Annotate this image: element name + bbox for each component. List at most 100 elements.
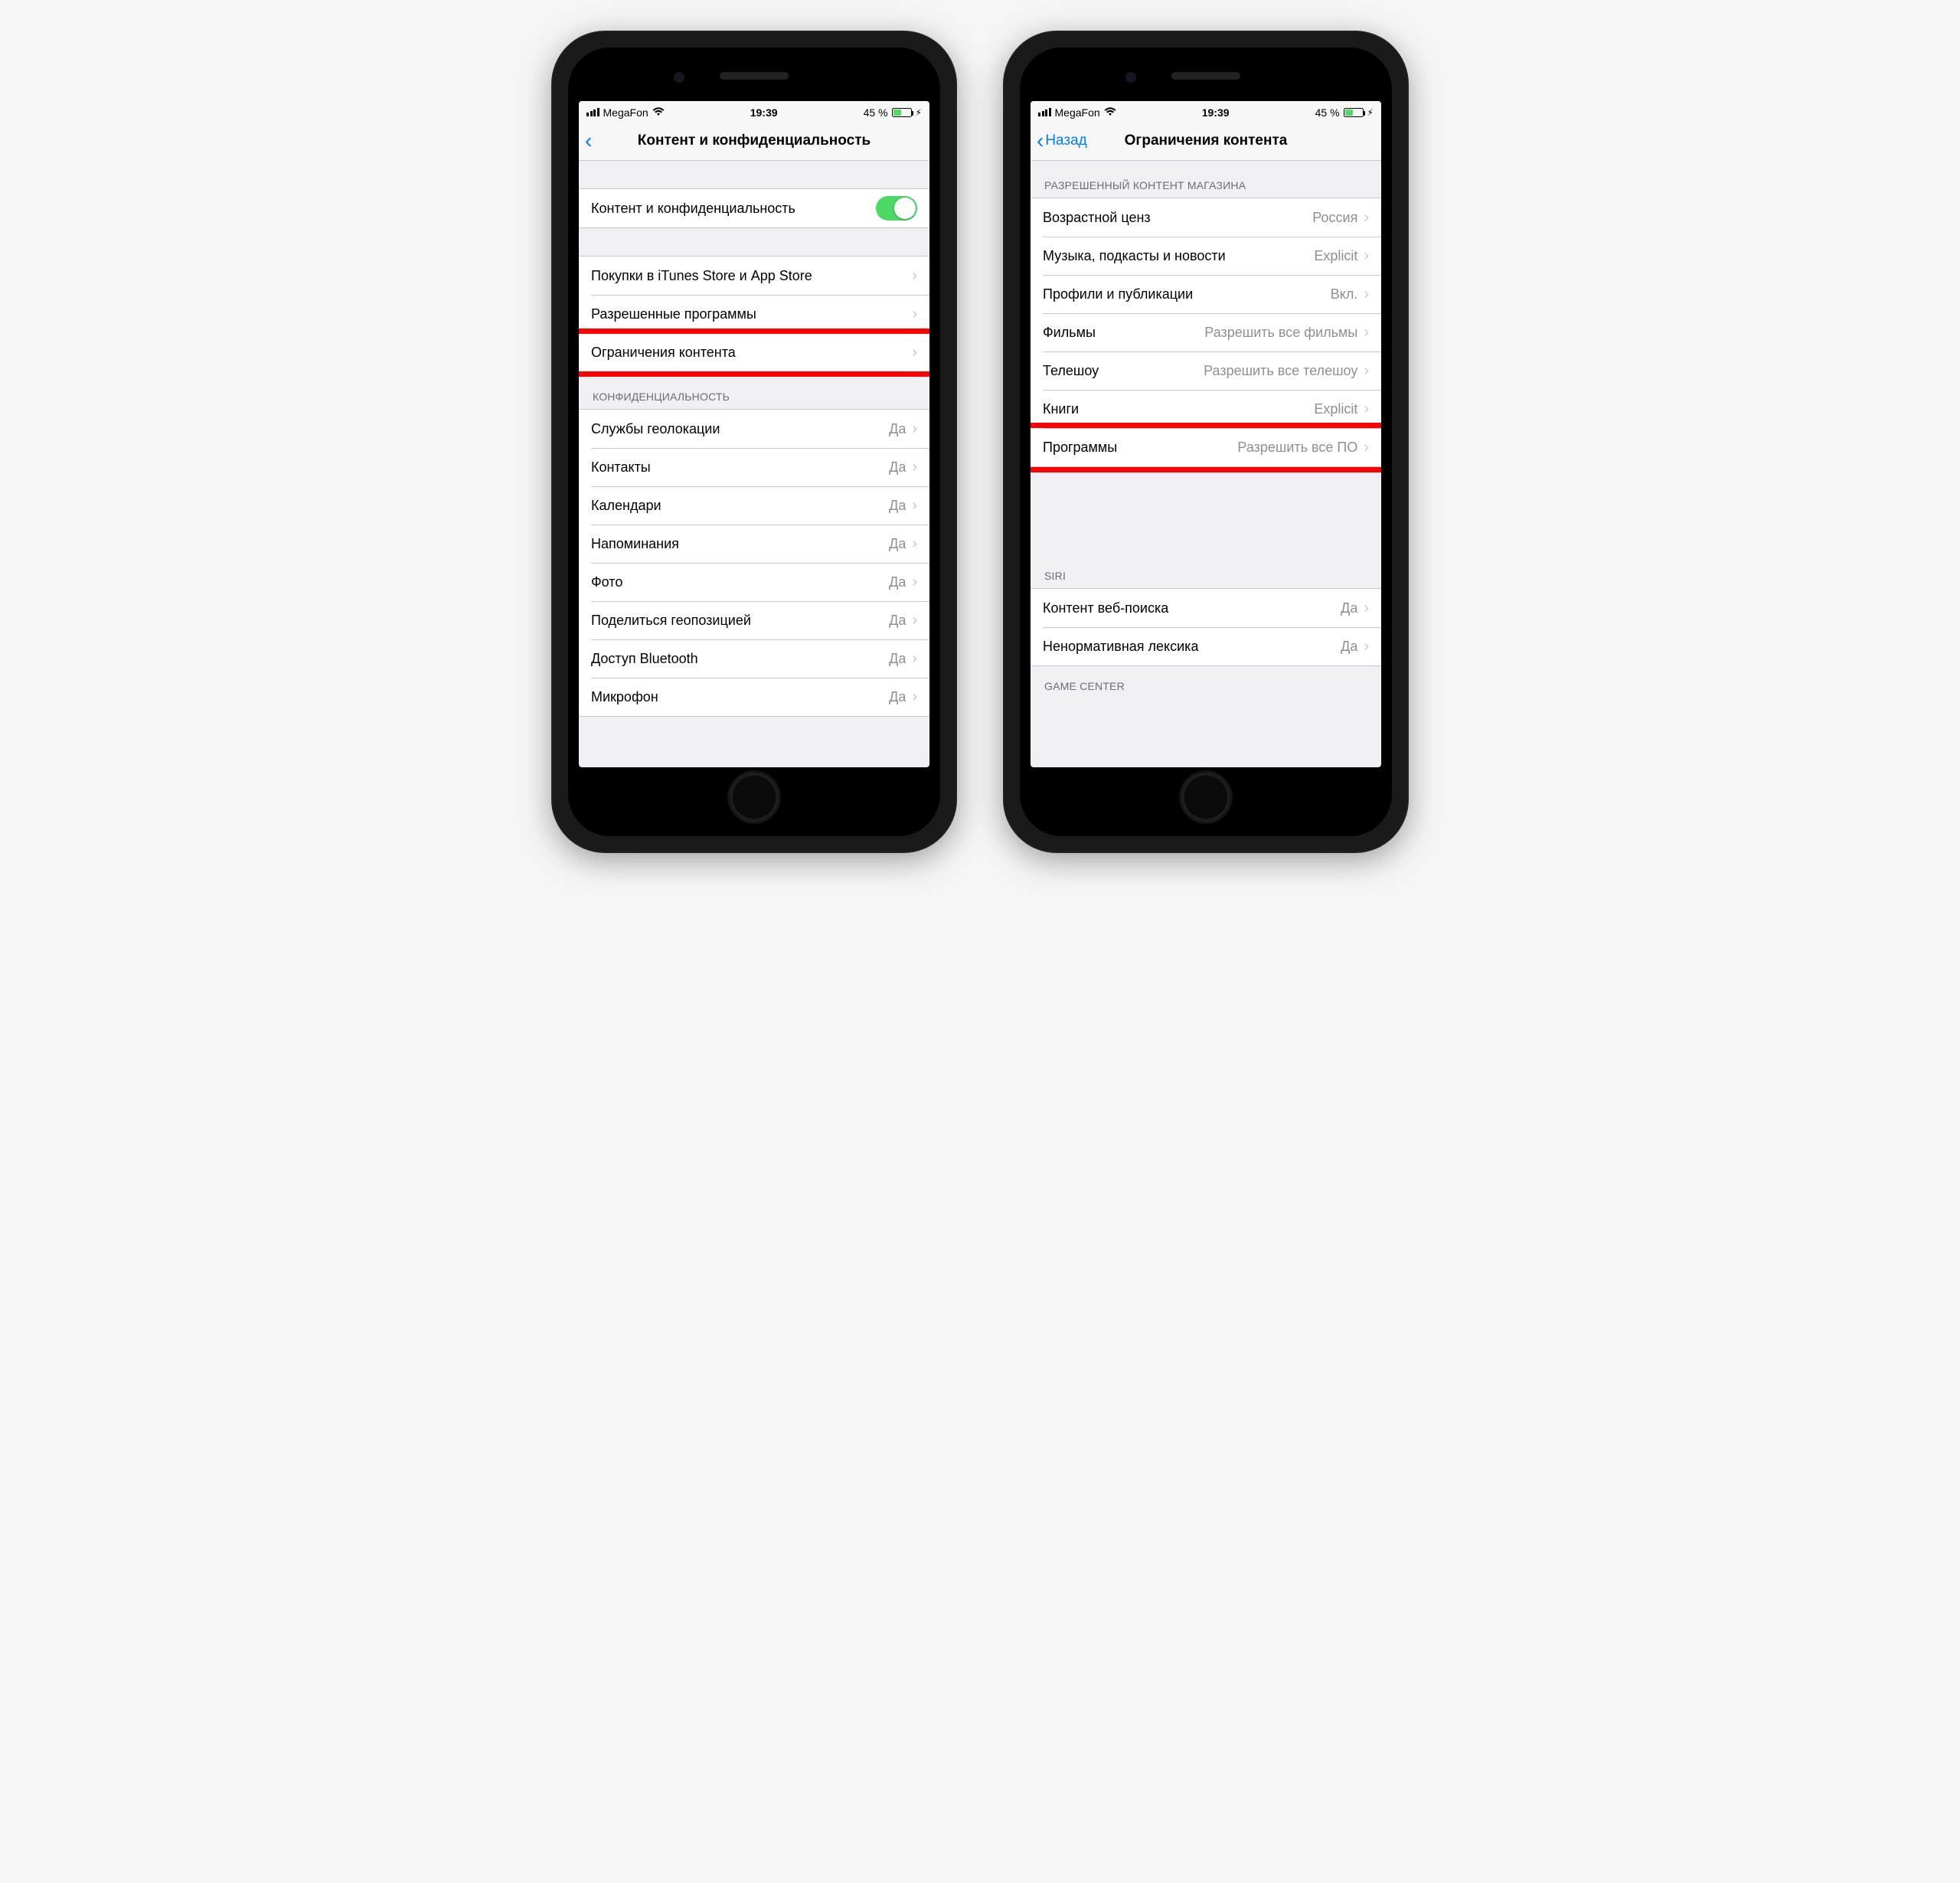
chevron-right-icon: › bbox=[912, 688, 917, 706]
chevron-right-icon: › bbox=[1364, 638, 1369, 655]
microphone-row[interactable]: Микрофон Да › bbox=[579, 678, 929, 716]
cell-label: Программы bbox=[1043, 440, 1237, 456]
chevron-right-icon: › bbox=[912, 574, 917, 591]
cell-label: Разрешенные программы bbox=[591, 306, 912, 322]
itunes-appstore-row[interactable]: Покупки в iTunes Store и App Store › bbox=[579, 257, 929, 295]
chevron-right-icon: › bbox=[912, 612, 917, 629]
charging-icon: ⚡︎ bbox=[916, 107, 922, 118]
cell-label: Контент и конфиденциальность bbox=[591, 201, 876, 217]
chevron-right-icon: › bbox=[1364, 600, 1369, 617]
chevron-right-icon: › bbox=[912, 650, 917, 668]
books-row[interactable]: Книги Explicit › bbox=[1031, 390, 1381, 428]
cell-value: Да bbox=[889, 689, 906, 705]
chevron-left-icon: ‹ bbox=[585, 136, 592, 146]
status-time: 19:39 bbox=[1202, 106, 1230, 119]
cell-value: Да bbox=[889, 536, 906, 552]
content-area[interactable]: РАЗРЕШЕННЫЙ КОНТЕНТ МАГАЗИНА Возрастной … bbox=[1031, 161, 1381, 767]
allowed-apps-row[interactable]: Разрешенные программы › bbox=[579, 295, 929, 333]
back-button[interactable]: ‹ bbox=[585, 121, 592, 160]
camera-dot bbox=[674, 72, 684, 83]
phone-sensors bbox=[1171, 72, 1240, 80]
share-location-row[interactable]: Поделиться геопозицией Да › bbox=[579, 601, 929, 639]
phone-body: MegaFon 19:39 45 % ⚡︎ ‹ Контент и конфид… bbox=[568, 47, 940, 836]
battery-pct: 45 % bbox=[1315, 106, 1340, 119]
store-header: РАЗРЕШЕННЫЙ КОНТЕНТ МАГАЗИНА bbox=[1031, 161, 1381, 198]
music-podcasts-row[interactable]: Музыка, подкасты и новости Explicit › bbox=[1031, 237, 1381, 275]
content-privacy-toggle-row[interactable]: Контент и конфиденциальность bbox=[579, 189, 929, 227]
cell-label: Ограничения контента bbox=[591, 345, 912, 361]
cell-value: Да bbox=[1341, 600, 1357, 616]
nav-bar: ‹ Контент и конфиденциальность bbox=[579, 121, 929, 161]
battery-pct: 45 % bbox=[864, 106, 888, 119]
signal-icon bbox=[1038, 108, 1051, 116]
battery-icon bbox=[892, 108, 912, 117]
cell-label: Покупки в iTunes Store и App Store bbox=[591, 268, 912, 284]
cell-label: Контент веб-поиска bbox=[1043, 600, 1341, 616]
phone-left: MegaFon 19:39 45 % ⚡︎ ‹ Контент и конфид… bbox=[551, 31, 957, 853]
phone-body: MegaFon 19:39 45 % ⚡︎ ‹ Назад Ограниче bbox=[1020, 47, 1392, 836]
tvshows-row[interactable]: Телешоу Разрешить все телешоу › bbox=[1031, 351, 1381, 390]
cell-label: Календари bbox=[591, 498, 889, 514]
signal-icon bbox=[586, 108, 599, 116]
cell-value: Да bbox=[889, 421, 906, 437]
back-button[interactable]: ‹ Назад bbox=[1037, 121, 1087, 160]
apps-row[interactable]: Программы Разрешить все ПО › bbox=[1031, 428, 1381, 466]
cell-value: Да bbox=[889, 613, 906, 629]
carrier-label: MegaFon bbox=[1055, 106, 1100, 119]
cell-value: Да bbox=[1341, 639, 1357, 655]
age-rating-row[interactable]: Возрастной ценз Россия › bbox=[1031, 198, 1381, 237]
calendars-row[interactable]: Календари Да › bbox=[579, 486, 929, 525]
location-services-row[interactable]: Службы геолокации Да › bbox=[579, 410, 929, 448]
carrier-label: MegaFon bbox=[603, 106, 648, 119]
profiles-row[interactable]: Профили и публикации Вкл. › bbox=[1031, 275, 1381, 313]
cell-value: Разрешить все ПО bbox=[1237, 440, 1357, 456]
speaker-grille bbox=[720, 72, 789, 80]
status-bar: MegaFon 19:39 45 % ⚡︎ bbox=[579, 101, 929, 121]
cell-label: Контакты bbox=[591, 459, 889, 476]
chevron-right-icon: › bbox=[1364, 400, 1369, 418]
explicit-language-row[interactable]: Ненормативная лексика Да › bbox=[1031, 627, 1381, 665]
camera-dot bbox=[1125, 72, 1136, 83]
movies-row[interactable]: Фильмы Разрешить все фильмы › bbox=[1031, 313, 1381, 351]
chevron-right-icon: › bbox=[912, 497, 917, 515]
cell-label: Телешоу bbox=[1043, 363, 1204, 379]
chevron-right-icon: › bbox=[912, 267, 917, 285]
chevron-right-icon: › bbox=[912, 420, 917, 438]
bluetooth-row[interactable]: Доступ Bluetooth Да › bbox=[579, 639, 929, 678]
screen-left: MegaFon 19:39 45 % ⚡︎ ‹ Контент и конфид… bbox=[579, 101, 929, 767]
cell-label: Доступ Bluetooth bbox=[591, 651, 889, 667]
siri-header: SIRI bbox=[1031, 559, 1381, 588]
speaker-grille bbox=[1171, 72, 1240, 80]
cell-label: Напоминания bbox=[591, 536, 889, 552]
content-restrictions-row[interactable]: Ограничения контента › bbox=[579, 333, 929, 371]
cell-value: Разрешить все телешоу bbox=[1204, 363, 1357, 379]
cell-value: Да bbox=[889, 574, 906, 590]
cell-label: Поделиться геопозицией bbox=[591, 613, 889, 629]
cell-label: Микрофон bbox=[591, 689, 889, 705]
phone-right: MegaFon 19:39 45 % ⚡︎ ‹ Назад Ограниче bbox=[1003, 31, 1409, 853]
cell-value: Да bbox=[889, 498, 906, 514]
cell-value: Explicit bbox=[1314, 401, 1357, 417]
cell-label: Фото bbox=[591, 574, 889, 590]
contacts-row[interactable]: Контакты Да › bbox=[579, 448, 929, 486]
toggle-switch-on[interactable] bbox=[876, 196, 917, 221]
chevron-right-icon: › bbox=[912, 344, 917, 361]
content-area[interactable]: Контент и конфиденциальность Покупки в i… bbox=[579, 161, 929, 767]
reminders-row[interactable]: Напоминания Да › bbox=[579, 525, 929, 563]
cell-value: Explicit bbox=[1314, 248, 1357, 264]
cell-label: Книги bbox=[1043, 401, 1314, 417]
chevron-right-icon: › bbox=[1364, 209, 1369, 227]
home-button[interactable] bbox=[1179, 770, 1233, 824]
privacy-header: КОНФИДЕНЦИАЛЬНОСТЬ bbox=[579, 372, 929, 409]
cell-label: Профили и публикации bbox=[1043, 286, 1331, 302]
photos-row[interactable]: Фото Да › bbox=[579, 563, 929, 601]
gamecenter-header: GAME CENTER bbox=[1031, 666, 1381, 698]
chevron-left-icon: ‹ bbox=[1037, 136, 1044, 146]
web-search-content-row[interactable]: Контент веб-поиска Да › bbox=[1031, 589, 1381, 627]
home-button[interactable] bbox=[727, 770, 781, 824]
chevron-right-icon: › bbox=[1364, 247, 1369, 265]
cell-value: Да bbox=[889, 651, 906, 667]
back-label: Назад bbox=[1045, 132, 1086, 149]
cell-label: Службы геолокации bbox=[591, 421, 889, 437]
cell-value: Россия bbox=[1312, 210, 1357, 226]
